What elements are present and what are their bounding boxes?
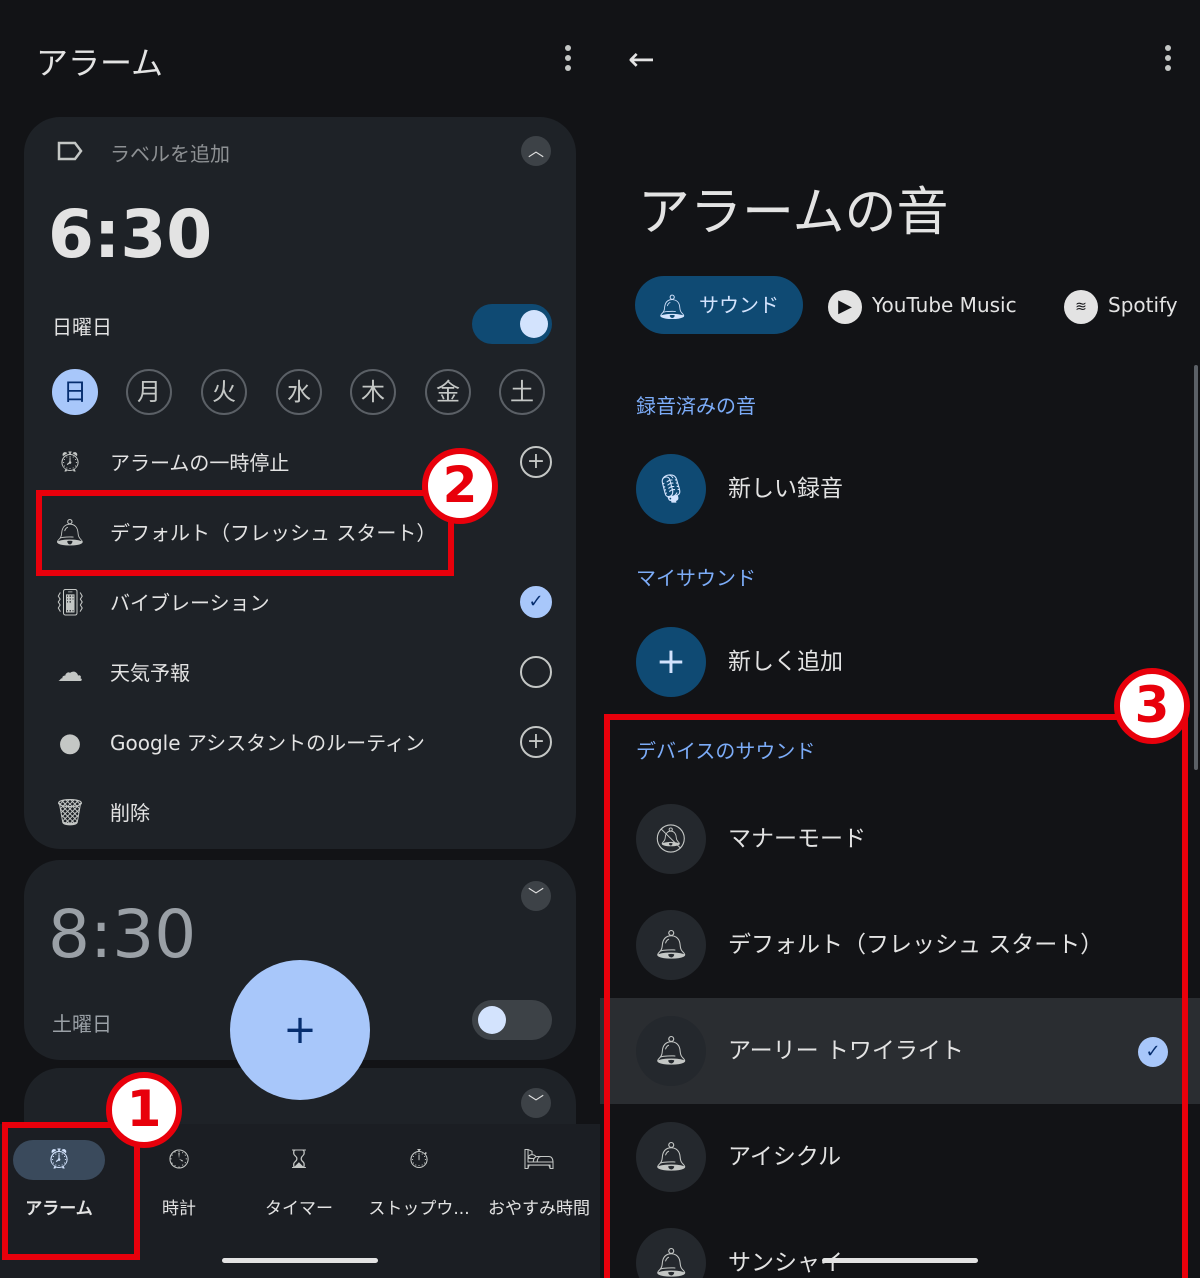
checkbox-unchecked[interactable] — [520, 656, 552, 688]
nav-item[interactable]: 🛏︎ おやすみ時間 — [480, 1140, 598, 1219]
hourglass-icon: ⌛︎ — [290, 1145, 308, 1175]
alarm-toggle[interactable] — [472, 304, 552, 344]
day-chip-3[interactable]: 火 — [201, 369, 247, 415]
checkbox-checked[interactable]: ✓ — [520, 586, 552, 618]
tab-sound[interactable]: 🔔︎ サウンド — [635, 276, 803, 334]
more-options-icon[interactable] — [565, 55, 571, 61]
microphone-icon: 🎙︎ — [636, 454, 706, 524]
youtube-music-icon: ▶ — [828, 289, 862, 324]
collapse-chevron-icon[interactable]: ︿ — [521, 136, 551, 166]
alarm-option-row[interactable]: ● Google アシスタントのルーティン + — [52, 723, 552, 763]
alarm-option-row[interactable]: 📳︎ バイブレーション ✓ — [52, 583, 552, 623]
assistant-icon: ● — [58, 728, 82, 758]
more-options-icon[interactable] — [1165, 55, 1171, 61]
alarm-option-label: Google アシスタントのルーティン — [110, 731, 425, 755]
tab-youtube-music[interactable]: ▶ YouTube Music — [828, 276, 1017, 334]
add-circle-icon[interactable]: + — [520, 446, 552, 478]
alarm-option-row[interactable]: 🗑︎ 削除 — [52, 793, 552, 833]
label-icon — [56, 139, 84, 163]
day-chip-7[interactable]: 土 — [499, 369, 545, 415]
page-title: アラームの音 — [638, 183, 949, 243]
gesture-bar[interactable] — [822, 1258, 978, 1263]
expand-chevron-icon[interactable]: ﹀ — [521, 1088, 551, 1118]
back-arrow-icon[interactable]: ← — [628, 40, 655, 78]
tab-spotify[interactable]: ≋ Spotify — [1064, 276, 1178, 334]
plus-icon: + — [636, 627, 706, 697]
annotation-badge-2: 2 — [422, 448, 498, 524]
add-alarm-button[interactable]: + — [230, 960, 370, 1100]
alarm-time[interactable]: 6:30 — [48, 196, 212, 273]
day-chip-4[interactable]: 水 — [276, 369, 322, 415]
bell-icon: 🔔︎ — [656, 292, 688, 321]
nav-item-label: ストップウ... — [368, 1199, 470, 1219]
new-recording-label: 新しい録音 — [728, 476, 843, 502]
stopwatch-icon: ⏱︎ — [408, 1145, 430, 1175]
alarm-option-label: 天気予報 — [110, 661, 190, 685]
add-circle-icon[interactable]: + — [520, 726, 552, 758]
new-recording-item[interactable]: 🎙︎ 新しい録音 — [600, 436, 1200, 542]
label-input[interactable]: ラベルを追加 — [110, 138, 230, 167]
alarm-option-row[interactable]: ☁︎ 天気予報 — [52, 653, 552, 693]
annotation-box-2 — [36, 490, 454, 576]
section-recorded: 録音済みの音 — [636, 394, 756, 418]
annotation-badge-1: 1 — [106, 1072, 182, 1148]
bed-icon: 🛏︎ — [522, 1145, 556, 1175]
day-chip-6[interactable]: 金 — [425, 369, 471, 415]
scrollbar[interactable] — [1194, 365, 1198, 770]
tab-youtube-music-label: YouTube Music — [872, 293, 1017, 317]
alarm-option-label: 削除 — [110, 801, 150, 825]
add-new-sound-item[interactable]: + 新しく追加 — [600, 609, 1200, 715]
tab-spotify-label: Spotify — [1108, 293, 1178, 317]
add-new-sound-label: 新しく追加 — [728, 649, 843, 675]
annotation-box-1 — [2, 1122, 140, 1260]
page-title: アラーム — [36, 44, 164, 82]
day-chip-1[interactable]: 日 — [52, 369, 98, 415]
repeat-summary-2: 土曜日 — [52, 1012, 112, 1036]
alarm-option-label: アラームの一時停止 — [110, 451, 290, 475]
day-chip-2[interactable]: 月 — [126, 369, 172, 415]
alarm-option-label: バイブレーション — [110, 591, 270, 615]
nav-item[interactable]: ⌛︎ タイマー — [240, 1140, 358, 1219]
annotation-badge-3: 3 — [1114, 668, 1190, 744]
alarm-time-2[interactable]: 8:30 — [48, 896, 196, 973]
gesture-bar[interactable] — [222, 1258, 378, 1263]
annotation-box-3 — [604, 714, 1188, 1278]
nav-item-label: タイマー — [265, 1199, 333, 1219]
weather-icon: ☁︎ — [57, 658, 83, 688]
trash-icon: 🗑︎ — [53, 798, 87, 828]
spotify-icon: ≋ — [1064, 289, 1098, 324]
nav-item[interactable]: ⏱︎ ストップウ... — [360, 1140, 478, 1219]
repeat-summary: 日曜日 — [52, 315, 112, 339]
snooze-icon: ⏰︎ — [59, 448, 81, 478]
expand-chevron-icon[interactable]: ﹀ — [521, 881, 551, 911]
nav-item-label: おやすみ時間 — [488, 1199, 590, 1219]
day-chip-5[interactable]: 木 — [350, 369, 396, 415]
section-my-sounds: マイサウンド — [636, 566, 756, 590]
tab-sound-label: サウンド — [699, 293, 779, 317]
alarm-toggle-2[interactable] — [472, 1000, 552, 1040]
alarm-list-screen: アラーム ラベルを追加 ︿ 6:30 日曜日 日月火水木金土 ⏰︎ アラームの一時… — [0, 0, 600, 1278]
vibration-icon: 📳︎ — [53, 588, 87, 618]
alarm-sound-screen: ← アラームの音 🔔︎ サウンド ▶ YouTube Music ≋ Spotify … — [600, 0, 1200, 1278]
